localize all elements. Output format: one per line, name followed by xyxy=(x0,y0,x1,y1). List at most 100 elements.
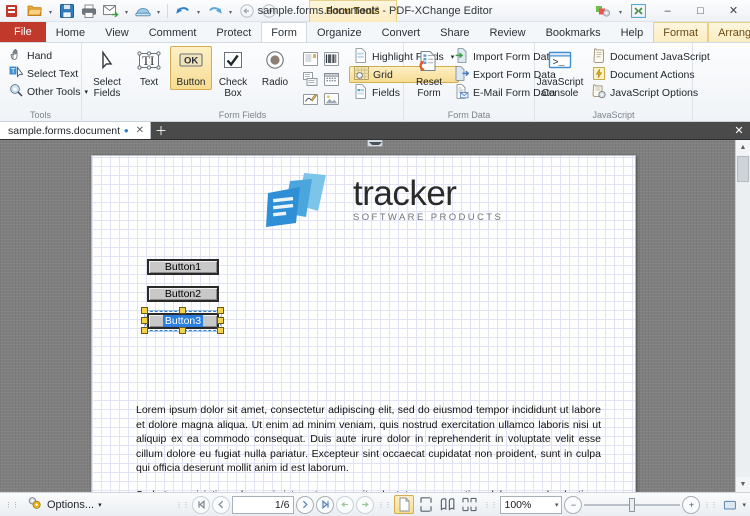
close-document-button[interactable]: ✕ xyxy=(728,122,750,139)
scroll-track[interactable] xyxy=(736,183,750,477)
tab-view[interactable]: View xyxy=(95,22,139,42)
open-caret-icon[interactable]: ▾ xyxy=(46,1,55,21)
resize-handle-sw[interactable] xyxy=(141,327,148,334)
customize-caret-icon[interactable]: ▾ xyxy=(616,1,625,21)
tab-file[interactable]: File xyxy=(0,22,46,42)
tab-organize[interactable]: Organize xyxy=(307,22,372,42)
checkbox-field-button[interactable]: Check Box xyxy=(212,46,254,101)
tab-help[interactable]: Help xyxy=(611,22,654,42)
resize-handle-s[interactable] xyxy=(179,327,186,334)
scroll-up-icon[interactable]: ▲ xyxy=(736,140,750,155)
new-tab-button[interactable]: ＋ xyxy=(151,122,171,139)
zoom-in-button[interactable]: + xyxy=(682,495,701,514)
status-more-caret-icon[interactable]: ▾ xyxy=(742,501,746,509)
resize-handle-se[interactable] xyxy=(217,327,224,334)
tab-comment[interactable]: Comment xyxy=(139,22,207,42)
back-icon[interactable] xyxy=(236,1,257,21)
tab-review[interactable]: Review xyxy=(479,22,535,42)
button-field-button[interactable]: OK Button xyxy=(170,46,212,90)
text-field-button[interactable]: T I Text xyxy=(128,46,170,90)
two-page-continuous-view-button[interactable] xyxy=(460,495,480,514)
options-button[interactable]: Options... ▾ xyxy=(22,495,107,515)
page-number-input[interactable]: 1/6 xyxy=(232,495,295,514)
vertical-scrollbar[interactable]: ▲ ▼ xyxy=(735,140,750,492)
ribbon: Hand T Select Text Other Tools ▾ Tools S… xyxy=(0,43,750,122)
list-box-icon[interactable] xyxy=(300,49,320,68)
document-tab-close-icon[interactable]: ✕ xyxy=(133,125,144,136)
form-button-2[interactable]: Button2 xyxy=(147,286,219,302)
undo-caret-icon[interactable]: ▾ xyxy=(194,1,203,21)
select-fields-button[interactable]: Select Fields xyxy=(86,46,128,101)
forward-icon[interactable] xyxy=(258,1,279,21)
email-icon[interactable] xyxy=(100,1,121,21)
fullscreen-icon[interactable] xyxy=(625,0,651,22)
tab-form[interactable]: Form xyxy=(261,22,307,42)
zoom-slider-knob[interactable] xyxy=(628,497,635,512)
document-tab[interactable]: sample.forms.document • ✕ xyxy=(0,122,151,139)
tab-protect[interactable]: Protect xyxy=(206,22,261,42)
save-icon[interactable] xyxy=(56,1,77,21)
pane-collapse-handle[interactable] xyxy=(367,140,383,147)
button-field-icon: OK xyxy=(179,53,203,67)
javascript-console-button[interactable]: >_ JavaScript Console xyxy=(537,46,583,101)
navigate-forward-button[interactable] xyxy=(356,495,375,514)
resize-handle-ne[interactable] xyxy=(217,307,224,314)
barcode-icon[interactable] xyxy=(321,49,341,68)
tab-format[interactable]: Format xyxy=(653,22,709,42)
customize-icon[interactable] xyxy=(590,0,616,22)
signature-icon[interactable] xyxy=(300,89,320,108)
tab-share[interactable]: Share xyxy=(430,22,479,42)
ribbon-tab-strip: File Home View Comment Protect Form Orga… xyxy=(0,22,750,43)
dropdown-icon[interactable] xyxy=(300,69,320,88)
tab-convert[interactable]: Convert xyxy=(372,22,431,42)
resize-handle-nw[interactable] xyxy=(141,307,148,314)
zoom-caret-icon[interactable]: ▾ xyxy=(555,501,559,509)
email-caret-icon[interactable]: ▾ xyxy=(122,1,131,21)
date-field-icon[interactable] xyxy=(321,69,341,88)
select-text-button[interactable]: T Select Text xyxy=(4,65,93,82)
ribbon-group-label-javascript: JavaScript xyxy=(592,110,635,120)
scan-icon[interactable] xyxy=(132,1,153,21)
last-page-button[interactable] xyxy=(316,495,335,514)
tab-arrange[interactable]: Arrange xyxy=(708,22,750,42)
pdf-page[interactable]: tracker SOFTWARE PRODUCTS Button1 Button… xyxy=(91,155,636,492)
window-controls: ▾ – □ ✕ xyxy=(590,0,750,22)
resize-handle-n[interactable] xyxy=(179,307,186,314)
resize-handle-e[interactable] xyxy=(217,317,224,324)
open-icon[interactable] xyxy=(24,1,45,21)
hand-tool-button[interactable]: Hand xyxy=(4,47,93,64)
reset-form-button[interactable]: Reset Form xyxy=(408,46,450,101)
paragraph-1: Lorem ipsum dolor sit amet, consectetur … xyxy=(136,404,601,475)
scroll-down-icon[interactable]: ▼ xyxy=(736,477,750,492)
scroll-thumb[interactable] xyxy=(737,156,749,182)
document-viewport[interactable]: tracker SOFTWARE PRODUCTS Button1 Button… xyxy=(0,140,750,492)
print-icon[interactable] xyxy=(78,1,99,21)
scan-caret-icon[interactable]: ▾ xyxy=(154,1,163,21)
zoom-combobox[interactable]: 100% ▾ xyxy=(500,495,563,514)
first-page-button[interactable] xyxy=(192,495,211,514)
minimize-button[interactable]: – xyxy=(651,0,684,22)
maximize-button[interactable]: □ xyxy=(684,0,717,22)
zoom-out-button[interactable]: − xyxy=(564,495,583,514)
single-page-view-button[interactable] xyxy=(394,495,415,514)
other-tools-button[interactable]: Other Tools ▾ xyxy=(4,83,93,100)
continuous-view-button[interactable] xyxy=(416,495,436,514)
options-caret-icon[interactable]: ▾ xyxy=(98,501,102,509)
zoom-slider[interactable] xyxy=(584,496,681,514)
undo-icon[interactable] xyxy=(172,1,193,21)
email-form-data-icon xyxy=(455,83,469,102)
tab-home[interactable]: Home xyxy=(46,22,95,42)
redo-caret-icon[interactable]: ▾ xyxy=(226,1,235,21)
close-button[interactable]: ✕ xyxy=(717,0,750,22)
navigate-back-button[interactable] xyxy=(336,495,355,514)
fit-page-button[interactable] xyxy=(720,495,740,514)
tab-bookmarks[interactable]: Bookmarks xyxy=(536,22,611,42)
next-page-button[interactable] xyxy=(296,495,315,514)
previous-page-button[interactable] xyxy=(212,495,231,514)
image-field-icon[interactable] xyxy=(321,89,341,108)
radio-field-button[interactable]: Radio xyxy=(254,46,296,90)
resize-handle-w[interactable] xyxy=(141,317,148,324)
form-button-1[interactable]: Button1 xyxy=(147,259,219,275)
redo-icon[interactable] xyxy=(204,1,225,21)
two-page-view-button[interactable] xyxy=(438,495,458,514)
